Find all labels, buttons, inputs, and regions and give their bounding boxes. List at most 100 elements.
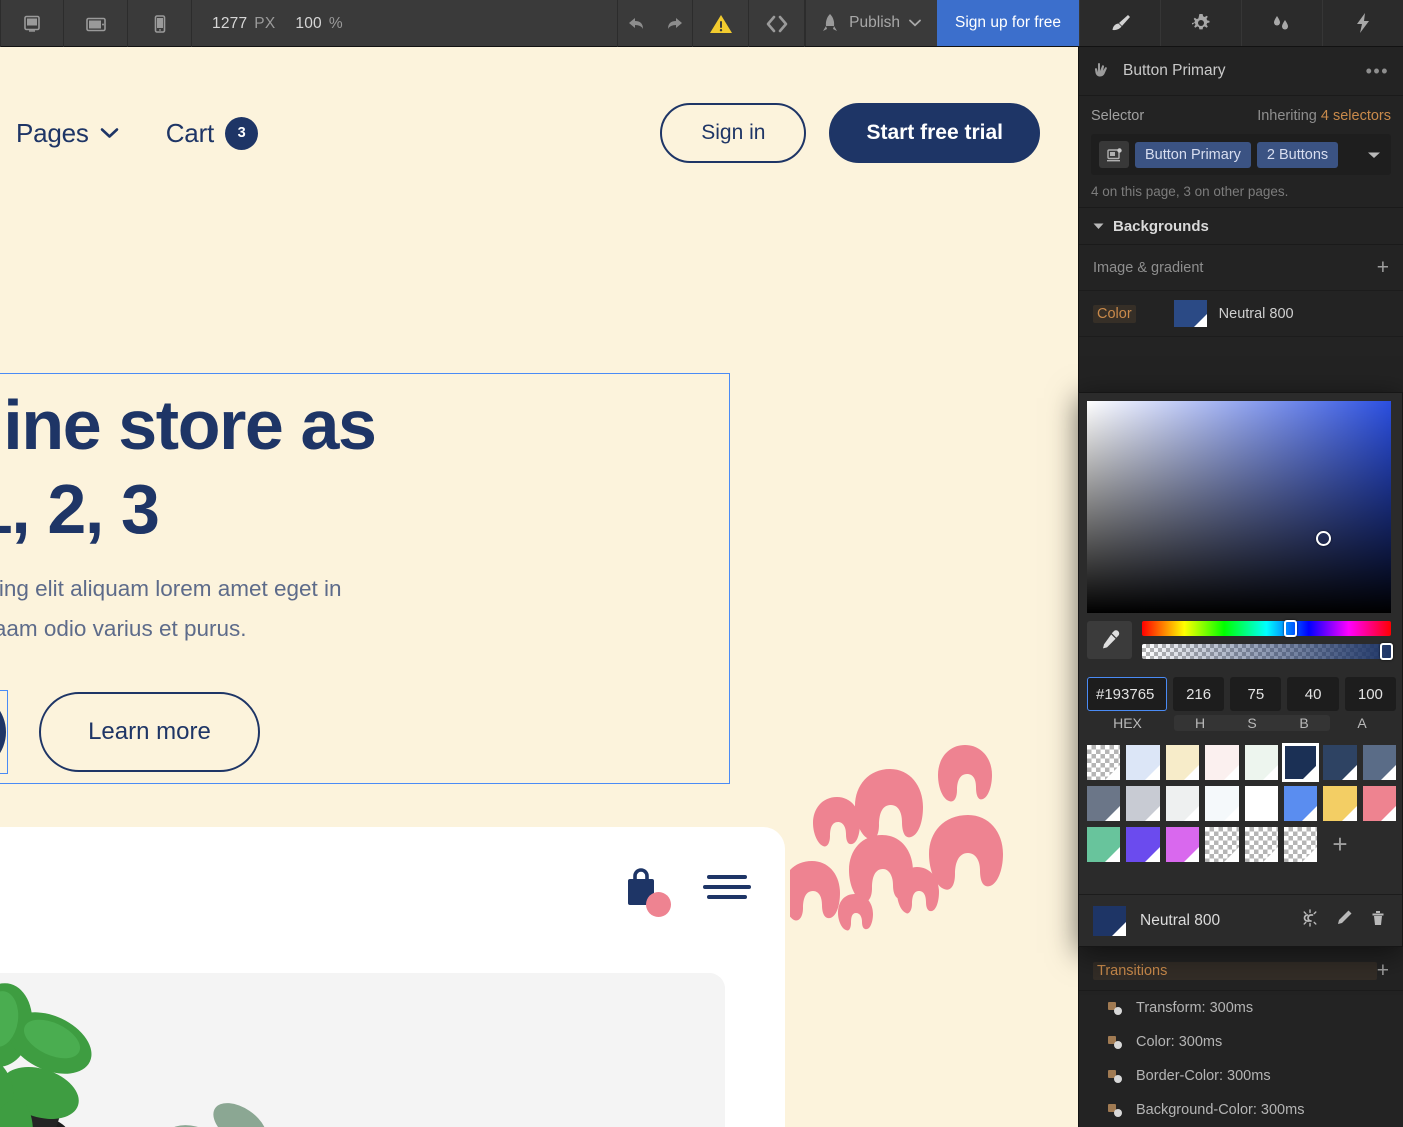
tablet-viewport-button[interactable] bbox=[64, 0, 128, 47]
saturation-label: S bbox=[1247, 715, 1257, 731]
decorative-blobs bbox=[782, 737, 1030, 937]
color-swatch-15[interactable] bbox=[1362, 786, 1396, 821]
element-state-icon[interactable] bbox=[1099, 141, 1129, 168]
color-picker-popover[interactable]: #193765 216 75 40 100 HEX H S B A + Neut… bbox=[1078, 392, 1403, 947]
inheriting-info[interactable]: Inheriting 4 selectors bbox=[1257, 108, 1391, 124]
mockup-menu-button[interactable] bbox=[701, 869, 753, 910]
color-swatch-19[interactable] bbox=[1205, 827, 1239, 862]
signup-button[interactable]: Sign up for free bbox=[937, 0, 1079, 46]
hero-primary-button[interactable]: Start free trial bbox=[0, 692, 7, 772]
mobile-viewport-button[interactable] bbox=[128, 0, 192, 47]
selector-field[interactable]: Button Primary 2 Buttons bbox=[1091, 134, 1391, 175]
plus-icon[interactable]: + bbox=[1377, 960, 1389, 981]
color-swatch-20[interactable] bbox=[1244, 827, 1278, 862]
saturation-brightness-area[interactable] bbox=[1087, 401, 1391, 613]
hero-secondary-button[interactable]: Learn more bbox=[39, 692, 260, 772]
color-swatch-8[interactable] bbox=[1087, 786, 1121, 821]
quick-actions-tab[interactable] bbox=[1322, 0, 1403, 46]
hex-input[interactable]: #193765 bbox=[1087, 677, 1167, 711]
swatch-corner bbox=[1223, 847, 1239, 862]
nav-cart-link[interactable]: Cart 3 bbox=[166, 116, 259, 150]
unlink-button[interactable] bbox=[1300, 908, 1320, 933]
background-color-swatch[interactable] bbox=[1173, 300, 1207, 327]
plus-icon[interactable]: + bbox=[1377, 257, 1389, 278]
brightness-input[interactable]: 40 bbox=[1287, 677, 1339, 711]
color-swatch-6[interactable] bbox=[1323, 745, 1357, 780]
hero-heading[interactable]: e an online store as asy as 1, 2, 3 bbox=[0, 383, 710, 551]
background-color-row[interactable]: Color Neutral 800 bbox=[1079, 291, 1403, 337]
chevron-down-icon[interactable] bbox=[1367, 147, 1381, 163]
canvas-width-unit: PX bbox=[254, 14, 276, 32]
selector-chip-0[interactable]: Button Primary bbox=[1135, 141, 1251, 168]
color-swatch-7[interactable] bbox=[1362, 745, 1396, 780]
backgrounds-section-header[interactable]: Backgrounds bbox=[1079, 207, 1403, 245]
inheriting-count: 4 selectors bbox=[1320, 108, 1391, 124]
desktop-viewport-button[interactable] bbox=[0, 0, 64, 47]
transition-item-1[interactable]: Color: 300ms bbox=[1079, 1025, 1403, 1059]
color-swatch-1[interactable] bbox=[1126, 745, 1160, 780]
transition-icon bbox=[1108, 1103, 1122, 1117]
transitions-header[interactable]: Transitions + bbox=[1079, 951, 1403, 991]
hue-slider[interactable] bbox=[1142, 620, 1391, 637]
nav-pages-dropdown[interactable]: Pages bbox=[16, 118, 119, 149]
delete-swatch-button[interactable] bbox=[1368, 908, 1388, 933]
selector-chip-1[interactable]: 2 Buttons bbox=[1256, 141, 1339, 168]
hue-input[interactable]: 216 bbox=[1172, 677, 1225, 711]
color-swatch-5[interactable] bbox=[1281, 743, 1320, 782]
swatch-corner bbox=[1144, 806, 1160, 821]
style-panel-tab[interactable] bbox=[1079, 0, 1160, 46]
color-swatch-16[interactable] bbox=[1087, 827, 1121, 862]
hero-paragraph[interactable]: amet consectetur adipiscing elit aliquam… bbox=[0, 569, 690, 649]
alpha-slider-handle[interactable] bbox=[1380, 643, 1393, 660]
edit-swatch-button[interactable] bbox=[1334, 908, 1354, 933]
sb-handle[interactable] bbox=[1316, 531, 1331, 546]
color-swatch-11[interactable] bbox=[1205, 786, 1239, 821]
swatch-corner bbox=[1341, 806, 1357, 821]
current-swatch[interactable] bbox=[1093, 905, 1126, 936]
color-swatch-12[interactable] bbox=[1244, 786, 1278, 821]
color-swatch-3[interactable] bbox=[1205, 745, 1239, 780]
saturation-input[interactable]: 75 bbox=[1230, 677, 1282, 711]
color-swatch-21[interactable] bbox=[1283, 827, 1318, 862]
color-swatch-14[interactable] bbox=[1323, 786, 1357, 821]
warnings-button[interactable] bbox=[693, 0, 750, 47]
tablet-icon bbox=[85, 17, 106, 31]
background-color-value: Neutral 800 bbox=[1218, 305, 1294, 322]
transition-item-0[interactable]: Transform: 300ms bbox=[1079, 991, 1403, 1025]
hue-slider-handle[interactable] bbox=[1284, 620, 1297, 637]
interactions-panel-tab[interactable] bbox=[1241, 0, 1322, 46]
color-swatch-4[interactable] bbox=[1244, 745, 1278, 780]
alpha-input[interactable]: 100 bbox=[1344, 677, 1397, 711]
canvas-size-indicator[interactable]: 1277 PX 100 % bbox=[192, 0, 363, 47]
swatch-corner bbox=[1144, 847, 1160, 862]
add-swatch-button[interactable]: + bbox=[1323, 827, 1356, 862]
code-export-button[interactable] bbox=[749, 0, 806, 47]
design-canvas[interactable]: Pages Cart 3 Sign in Start free trial e … bbox=[0, 47, 1078, 1127]
element-state-glyph bbox=[1106, 147, 1122, 161]
publish-button[interactable]: Publish bbox=[805, 0, 937, 46]
eyedropper-button[interactable] bbox=[1087, 621, 1132, 659]
more-options-icon[interactable]: ••• bbox=[1366, 61, 1389, 82]
transition-item-2[interactable]: Border-Color: 300ms bbox=[1079, 1059, 1403, 1093]
nav-trial-button[interactable]: Start free trial bbox=[829, 103, 1040, 163]
mockup-hero-photo bbox=[0, 973, 725, 1127]
alpha-slider[interactable] bbox=[1142, 643, 1393, 660]
color-swatch-13[interactable] bbox=[1283, 786, 1318, 821]
transition-item-3[interactable]: Background-Color: 300ms bbox=[1079, 1093, 1403, 1127]
undo-button[interactable] bbox=[617, 0, 655, 47]
color-swatch-10[interactable] bbox=[1165, 786, 1200, 821]
hero-paragraph-line-2: elementum nulla dictum aam odio varius e… bbox=[0, 616, 247, 641]
image-gradient-row[interactable]: Image & gradient + bbox=[1079, 245, 1403, 291]
swatch-corner bbox=[1381, 765, 1396, 780]
nav-signin-button[interactable]: Sign in bbox=[660, 103, 807, 163]
hamburger-menu-icon bbox=[703, 875, 751, 899]
color-swatch-9[interactable] bbox=[1126, 786, 1160, 821]
redo-button[interactable] bbox=[655, 0, 694, 47]
mockup-cart-button[interactable] bbox=[621, 865, 671, 917]
color-swatch-17[interactable] bbox=[1126, 827, 1160, 862]
pencil-icon bbox=[1338, 910, 1352, 924]
color-swatch-2[interactable] bbox=[1165, 745, 1200, 780]
color-swatch-18[interactable] bbox=[1165, 827, 1200, 862]
settings-panel-tab[interactable] bbox=[1160, 0, 1241, 46]
color-swatch-0[interactable] bbox=[1087, 745, 1121, 780]
